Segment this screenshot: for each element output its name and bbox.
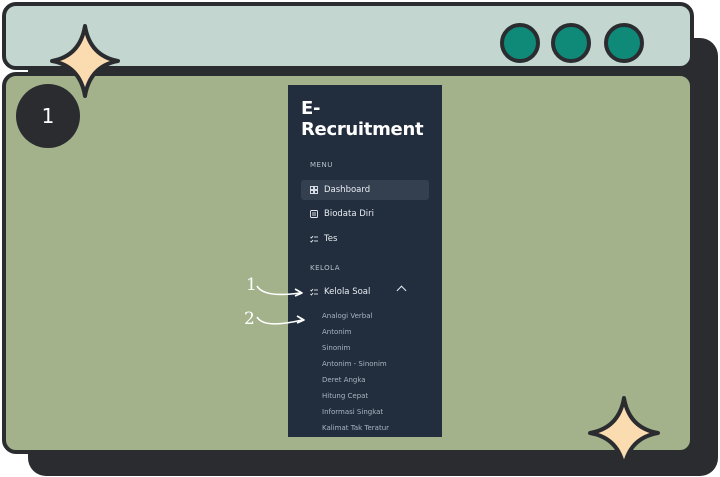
sidebar-item-label: Dashboard: [324, 185, 371, 195]
submenu-item-kalimat-tak-teratur[interactable]: Kalimat Tak Teratur: [322, 424, 389, 432]
sidebar: E-Recruitment MENU Dashboard Biodata Dir…: [288, 85, 442, 437]
submenu-item-antonim-sinonim[interactable]: Antonim - Sinonim: [322, 360, 387, 368]
sidebar-item-biodata-diri[interactable]: Biodata Diri: [301, 204, 429, 224]
app-brand[interactable]: E-Recruitment: [301, 98, 442, 140]
submenu-item-analogi-verbal[interactable]: Analogi Verbal: [322, 312, 372, 320]
submenu-item-sinonim[interactable]: Sinonim: [322, 344, 350, 352]
submenu-item-deret-angka[interactable]: Deret Angka: [322, 376, 366, 384]
submenu-item-informasi-singkat[interactable]: Informasi Singkat: [322, 408, 383, 416]
arrow-icon: [256, 285, 303, 297]
sidebar-item-kelola-soal[interactable]: Kelola Soal: [301, 282, 429, 302]
id-card-icon: [310, 210, 318, 218]
window-dot-2[interactable]: [551, 23, 591, 63]
submenu-item-antonim[interactable]: Antonim: [322, 328, 351, 336]
sidebar-item-dashboard[interactable]: Dashboard: [301, 180, 429, 200]
checklist-icon: [310, 235, 318, 243]
window-dot-1[interactable]: [500, 23, 540, 63]
grid-icon: [310, 186, 318, 194]
chevron-up-icon[interactable]: [396, 285, 407, 296]
sidebar-item-label: Tes: [324, 234, 338, 244]
kelola-section-header: KELOLA: [310, 264, 341, 272]
annotation-arrows: [256, 285, 305, 325]
sidebar-item-tes[interactable]: Tes: [301, 229, 429, 249]
sidebar-item-label: Kelola Soal: [324, 287, 371, 297]
submenu-item-hitung-cepat[interactable]: Hitung Cepat: [322, 392, 368, 400]
sidebar-item-label: Biodata Diri: [324, 209, 375, 219]
window-dot-3[interactable]: [604, 23, 644, 63]
sparkle-icon: [50, 24, 120, 98]
menu-section-header: MENU: [310, 161, 333, 169]
sparkle-icon: [588, 396, 660, 470]
arrow-icon: [256, 315, 305, 325]
